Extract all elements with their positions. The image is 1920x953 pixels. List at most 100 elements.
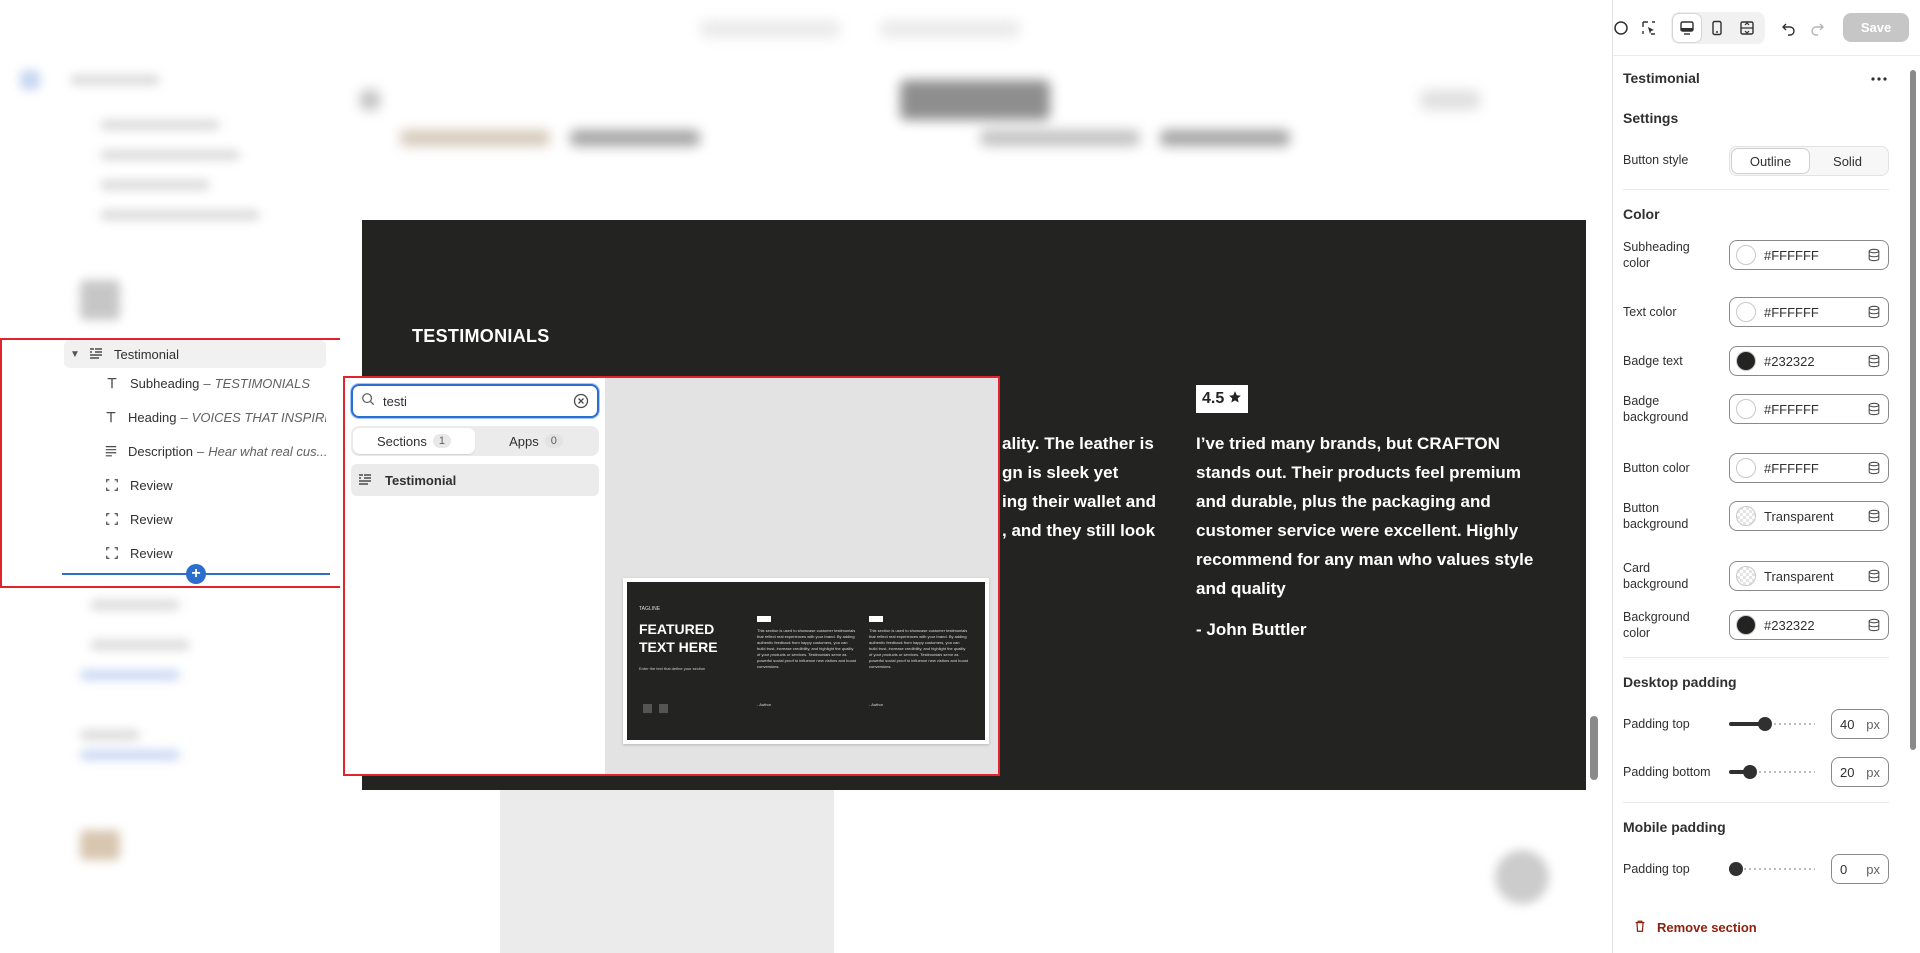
- padding-value: 0: [1840, 861, 1848, 877]
- tree-block-heading[interactable]: Heading – VOICES THAT INSPIRE: [104, 403, 326, 431]
- redo-icon[interactable]: [1803, 14, 1831, 42]
- padding-value: 20: [1840, 764, 1855, 780]
- dynamic-source-icon[interactable]: [1866, 247, 1882, 263]
- tab-sections[interactable]: Sections 1: [353, 428, 475, 454]
- tree-section-testimonial[interactable]: ▼ Testimonial: [64, 340, 326, 368]
- padding-unit: px: [1866, 764, 1880, 780]
- color-swatch[interactable]: [1736, 506, 1756, 526]
- color-swatch[interactable]: [1736, 615, 1756, 635]
- color-swatch[interactable]: [1736, 351, 1756, 371]
- mobile-view-icon[interactable]: [1703, 14, 1731, 42]
- tree-block-value: – Hear what real cus...: [197, 444, 326, 459]
- tree-block-type: Heading: [128, 409, 177, 425]
- chevron-down-icon[interactable]: ▼: [68, 349, 82, 360]
- slider-handle[interactable]: [1758, 717, 1772, 731]
- color-picker-field[interactable]: #FFFFFF: [1729, 394, 1889, 424]
- color-value: #232322: [1764, 353, 1815, 369]
- padding-slider[interactable]: [1729, 716, 1815, 732]
- tree-block-text: VOICES THAT INSPIRE: [191, 409, 326, 425]
- tree-block-text: Hear what real cus...: [208, 443, 326, 459]
- dynamic-source-icon[interactable]: [1866, 401, 1882, 417]
- padding-number-input[interactable]: 0 px: [1831, 854, 1889, 884]
- color-label: Badge text: [1623, 354, 1683, 368]
- color-swatch[interactable]: [1736, 302, 1756, 322]
- dynamic-source-icon[interactable]: [1866, 460, 1882, 476]
- color-picker-field[interactable]: #232322: [1729, 610, 1889, 640]
- picker-list: Sections 1 Apps 0 Testimonial: [345, 378, 605, 774]
- section-search-box[interactable]: [351, 384, 599, 418]
- slider-handle[interactable]: [1729, 862, 1743, 876]
- star-icon: [1228, 390, 1242, 409]
- color-value: #FFFFFF: [1764, 401, 1819, 417]
- add-section-plus-icon[interactable]: +: [186, 564, 206, 584]
- slider-handle[interactable]: [1743, 765, 1757, 779]
- color-swatch[interactable]: [1736, 245, 1756, 265]
- padding-number-input[interactable]: 40 px: [1831, 709, 1889, 739]
- undo-icon[interactable]: [1775, 14, 1803, 42]
- padding-slider[interactable]: [1729, 861, 1815, 877]
- color-value: #FFFFFF: [1764, 247, 1819, 263]
- text-block-icon: [104, 443, 118, 459]
- padding-label: Padding bottom: [1623, 765, 1711, 779]
- tab-apps[interactable]: Apps 0: [475, 428, 597, 454]
- thumb-badge: [869, 616, 883, 622]
- save-button[interactable]: Save: [1843, 13, 1909, 42]
- review-line: I’ve tried many brands, but CRAFTON: [1196, 434, 1500, 453]
- color-swatch[interactable]: [1736, 399, 1756, 419]
- review-text-full: I’ve tried many brands, but CRAFTON stand…: [1196, 429, 1536, 603]
- color-picker-field[interactable]: #FFFFFF: [1729, 240, 1889, 270]
- dynamic-source-icon[interactable]: [1866, 508, 1882, 524]
- preview-scrollbar[interactable]: [1590, 716, 1598, 780]
- color-picker-field[interactable]: #232322: [1729, 346, 1889, 376]
- block-icon: [104, 545, 120, 561]
- desktop-view-icon[interactable]: [1673, 14, 1701, 42]
- text-icon: [104, 409, 118, 425]
- left-sidebar: ▼ Testimonial Subheading – TESTIMONIALS Hea…: [0, 0, 340, 953]
- thumb-badge: [757, 616, 771, 622]
- dynamic-source-icon[interactable]: [1866, 304, 1882, 320]
- thumb-subtitle: Enter the text that define your section: [639, 666, 706, 671]
- tree-block-value: – VOICES THAT INSPIRE: [180, 410, 326, 425]
- dynamic-source-icon[interactable]: [1866, 617, 1882, 633]
- inspector-icon[interactable]: [1635, 14, 1663, 42]
- rating-value: 4.5: [1202, 390, 1225, 407]
- tree-block-description[interactable]: Description – Hear what real cus...: [104, 437, 326, 465]
- testimonial-section-icon: [88, 346, 104, 362]
- color-picker-field[interactable]: Transparent: [1729, 501, 1889, 531]
- section-picker-popover: Sections 1 Apps 0 Testimonial TAGLINE FEATU…: [343, 376, 1000, 776]
- color-picker-field[interactable]: #FFFFFF: [1729, 453, 1889, 483]
- settings-scrollbar[interactable]: [1909, 60, 1917, 760]
- block-icon: [104, 477, 120, 493]
- clear-search-icon[interactable]: [573, 393, 589, 409]
- button-style-outline[interactable]: Outline: [1732, 149, 1809, 173]
- remove-section-button[interactable]: Remove section: [1633, 919, 1757, 936]
- section-search-input[interactable]: [383, 393, 573, 409]
- more-options-icon[interactable]: [1867, 67, 1891, 91]
- color-swatch[interactable]: [1736, 566, 1756, 586]
- tab-count-badge: 0: [544, 434, 563, 448]
- tree-block-review[interactable]: Review: [104, 539, 326, 567]
- color-label: Background color: [1623, 610, 1690, 640]
- color-picker-field[interactable]: #FFFFFF: [1729, 297, 1889, 327]
- color-value: Transparent: [1764, 568, 1834, 584]
- color-label: Card background: [1623, 561, 1689, 591]
- color-swatch[interactable]: [1736, 458, 1756, 478]
- tree-block-review[interactable]: Review: [104, 505, 326, 533]
- color-value: #FFFFFF: [1764, 460, 1819, 476]
- search-result-testimonial[interactable]: Testimonial: [351, 464, 599, 496]
- padding-slider[interactable]: [1729, 764, 1815, 780]
- dynamic-source-icon[interactable]: [1866, 568, 1882, 584]
- dynamic-source-icon[interactable]: [1866, 353, 1882, 369]
- padding-number-input[interactable]: 20 px: [1831, 757, 1889, 787]
- tree-block-subheading[interactable]: Subheading – TESTIMONIALS: [104, 369, 326, 397]
- button-style-solid[interactable]: Solid: [1809, 149, 1886, 173]
- fullscreen-view-icon[interactable]: [1733, 14, 1761, 42]
- padding-unit: px: [1866, 861, 1880, 877]
- padding-value: 40: [1840, 716, 1855, 732]
- sidekick-icon[interactable]: [1607, 14, 1635, 42]
- review-line: and quality: [1196, 579, 1286, 598]
- tree-block-review[interactable]: Review: [104, 471, 326, 499]
- button-style-toggle: Outline Solid: [1729, 146, 1889, 176]
- color-picker-field[interactable]: Transparent: [1729, 561, 1889, 591]
- button-style-label: Button style: [1623, 153, 1689, 167]
